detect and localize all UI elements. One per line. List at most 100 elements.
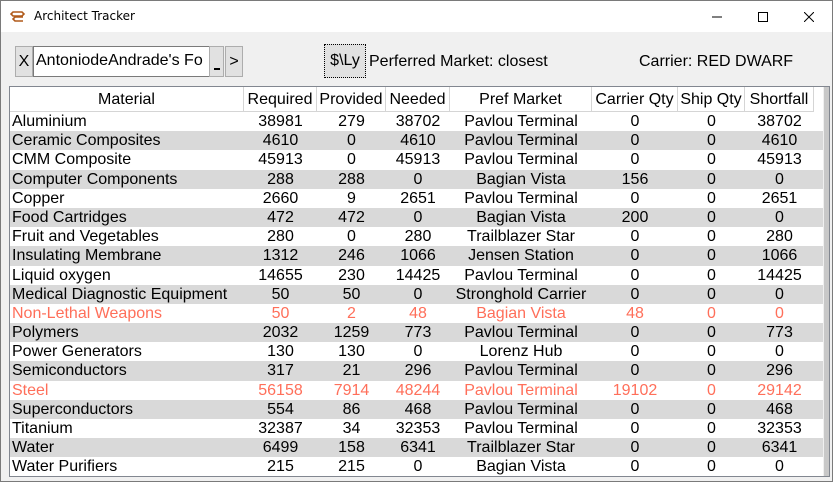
cell-shortfall: 4610 bbox=[761, 132, 798, 150]
title-bar[interactable]: Architect Tracker bbox=[1, 1, 832, 32]
table-row[interactable]: Medical Diagnostic Equipment 50 50 0 Strongh… bbox=[10, 284, 824, 304]
cell-required: 14655 bbox=[258, 266, 303, 284]
cell-ship-qty: 0 bbox=[707, 266, 716, 284]
close-commander-button[interactable]: X bbox=[15, 46, 33, 77]
app-window: Architect Tracker X AntoniodeAndrade's F… bbox=[0, 0, 833, 482]
cell-shortfall: 0 bbox=[775, 170, 784, 188]
scrollbar-thumb[interactable] bbox=[824, 87, 829, 476]
table-row[interactable]: Aluminium 38981 279 38702 Pavlou Terminal 0 0 3… bbox=[10, 112, 824, 131]
column-header-required[interactable]: Required bbox=[244, 87, 317, 112]
cell-ship-qty: 0 bbox=[707, 381, 716, 399]
cell-material: Power Generators bbox=[12, 343, 142, 361]
table-row[interactable]: Insulating Membrane 1312 246 1066 Jensen Sta… bbox=[10, 246, 824, 266]
cell-shortfall: 0 bbox=[775, 458, 784, 476]
cell-needed: 1066 bbox=[400, 247, 436, 265]
cell-ship-qty: 0 bbox=[707, 189, 716, 207]
cell-required: 1312 bbox=[262, 247, 299, 265]
column-header-provided[interactable]: Provided bbox=[317, 87, 386, 112]
cell-carrier-qty: 48 bbox=[626, 304, 644, 322]
table-row[interactable]: Fruit and Vegetables 280 0 280 Trailblazer S… bbox=[10, 227, 824, 246]
cell-shortfall: 468 bbox=[766, 400, 793, 418]
cell-carrier-qty: 0 bbox=[630, 420, 640, 437]
column-header-needed[interactable]: Needed bbox=[386, 87, 450, 112]
table-row[interactable]: Copper 2660 9 2651 Pavlou Terminal 0 0 2651 bbox=[10, 189, 824, 208]
cell-carrier-qty: 0 bbox=[630, 247, 640, 265]
table-row[interactable]: Liquid oxygen 14655 230 14425 Pavlou Termina… bbox=[10, 266, 824, 285]
table-row[interactable]: CMM Composite 45913 0 45913 Pavlou Terminal 0… bbox=[10, 150, 824, 169]
column-header-pref-market[interactable]: Pref Market bbox=[450, 87, 592, 112]
next-commander-button[interactable]: > bbox=[225, 46, 243, 77]
cell-shortfall: 2651 bbox=[761, 189, 798, 207]
cell-needed: 280 bbox=[404, 228, 432, 246]
cell-material: CMM Composite bbox=[12, 151, 132, 169]
cell-provided: 7914 bbox=[333, 381, 370, 399]
table-header: Material Required Provided Needed Pref M… bbox=[10, 87, 824, 112]
table-row[interactable]: Ceramic Composites 4610 0 4610 Pavlou Termin… bbox=[10, 131, 824, 151]
cell-provided: 288 bbox=[338, 170, 365, 188]
table-row[interactable]: Water 6499 158 6341 Trailblazer Star 0 0 6341 bbox=[10, 438, 824, 458]
cell-pref-market: Pavlou Terminal bbox=[464, 420, 578, 437]
column-header-shortfall[interactable]: Shortfall bbox=[745, 87, 814, 112]
commander-combobox[interactable]: AntoniodeAndrade's Fo bbox=[33, 46, 223, 77]
cell-material: Food Cartridges bbox=[12, 208, 127, 226]
table-row[interactable]: Polymers 2032 1259 773 Pavlou Terminal 0 0 773 bbox=[10, 323, 824, 343]
column-header-material[interactable]: Material bbox=[10, 87, 244, 112]
table-row[interactable]: Food Cartridges 472 472 0 Bagian Vista 200 0 0 bbox=[10, 207, 824, 228]
cell-material: Computer Components bbox=[12, 170, 178, 188]
cell-material: Water bbox=[12, 439, 55, 457]
architect-app-icon bbox=[10, 11, 26, 22]
cell-pref-market: Pavlou Terminal bbox=[464, 132, 578, 150]
vertical-scrollbar[interactable] bbox=[823, 87, 829, 476]
cell-pref-market: Pavlou Terminal bbox=[464, 400, 578, 418]
cell-carrier-qty: 0 bbox=[630, 458, 640, 476]
cell-needed: 32353 bbox=[395, 420, 441, 437]
minimize-icon bbox=[712, 16, 722, 17]
cell-needed: 0 bbox=[413, 343, 423, 361]
materials-table[interactable]: Material Required Provided Needed Pref M… bbox=[9, 86, 830, 477]
close-window-button[interactable] bbox=[786, 1, 832, 32]
cell-carrier-qty: 200 bbox=[621, 208, 649, 226]
cell-material: Aluminium bbox=[12, 113, 87, 130]
column-header-ship-qty[interactable]: Ship Qty bbox=[678, 87, 745, 112]
cell-shortfall: 6341 bbox=[761, 439, 798, 457]
table-row[interactable]: Titanium 32387 34 32353 Pavlou Terminal 0 0 323… bbox=[10, 419, 824, 438]
cell-shortfall: 0 bbox=[775, 285, 784, 303]
cell-shortfall: 14425 bbox=[757, 266, 802, 284]
cell-ship-qty: 0 bbox=[707, 132, 716, 150]
cell-carrier-qty: 0 bbox=[630, 439, 640, 457]
table-row[interactable]: Superconductors 554 86 468 Pavlou Terminal 0 0… bbox=[10, 399, 824, 419]
cell-pref-market: Bagian Vista bbox=[476, 304, 566, 322]
cell-carrier-qty: 0 bbox=[630, 151, 640, 169]
cell-material: Medical Diagnostic Equipment bbox=[12, 285, 228, 303]
cell-provided: 2 bbox=[347, 304, 356, 322]
cell-carrier-qty: 0 bbox=[630, 113, 640, 130]
cell-pref-market: Bagian Vista bbox=[476, 170, 566, 188]
table-row[interactable]: Computer Components 288 288 0 Bagian Vista 15… bbox=[10, 169, 824, 189]
table-row[interactable]: Non-Lethal Weapons 50 2 48 Bagian Vista 48 0 0 bbox=[10, 304, 824, 323]
cell-ship-qty: 0 bbox=[707, 420, 716, 437]
cell-needed: 48244 bbox=[395, 381, 441, 399]
cell-provided: 0 bbox=[347, 228, 356, 246]
cell-required: 45913 bbox=[258, 151, 303, 169]
cell-pref-market: Bagian Vista bbox=[476, 208, 566, 226]
column-header-carrier-qty[interactable]: Carrier Qty bbox=[592, 87, 678, 112]
cell-carrier-qty: 0 bbox=[630, 132, 640, 150]
maximize-button[interactable] bbox=[740, 1, 786, 32]
cell-ship-qty: 0 bbox=[707, 324, 716, 342]
maximize-icon bbox=[758, 11, 768, 22]
table-row[interactable]: Steel 56158 7914 48244 Pavlou Terminal 19102 0… bbox=[10, 381, 824, 400]
cell-provided: 1259 bbox=[333, 324, 370, 342]
cell-required: 280 bbox=[267, 228, 294, 246]
commander-dropdown-button[interactable] bbox=[209, 46, 224, 77]
window-title: Architect Tracker bbox=[34, 9, 135, 23]
commander-combobox-value: AntoniodeAndrade's Fo bbox=[36, 52, 203, 69]
cell-carrier-qty: 0 bbox=[630, 400, 640, 418]
currency-toggle-button[interactable]: $\Ly bbox=[324, 44, 366, 78]
table-row[interactable]: Water Purifiers 215 215 0 Bagian Vista 0 0 0 bbox=[10, 457, 824, 476]
minimize-button[interactable] bbox=[694, 1, 740, 32]
cell-carrier-qty: 19102 bbox=[612, 381, 658, 399]
table-row[interactable]: Semiconductors 317 21 296 Pavlou Terminal 0 0 2… bbox=[10, 361, 824, 381]
cell-material: Water Purifiers bbox=[12, 458, 118, 476]
cell-provided: 158 bbox=[338, 439, 365, 457]
table-row[interactable]: Power Generators 130 130 0 Lorenz Hub 0 0 0 bbox=[10, 342, 824, 361]
